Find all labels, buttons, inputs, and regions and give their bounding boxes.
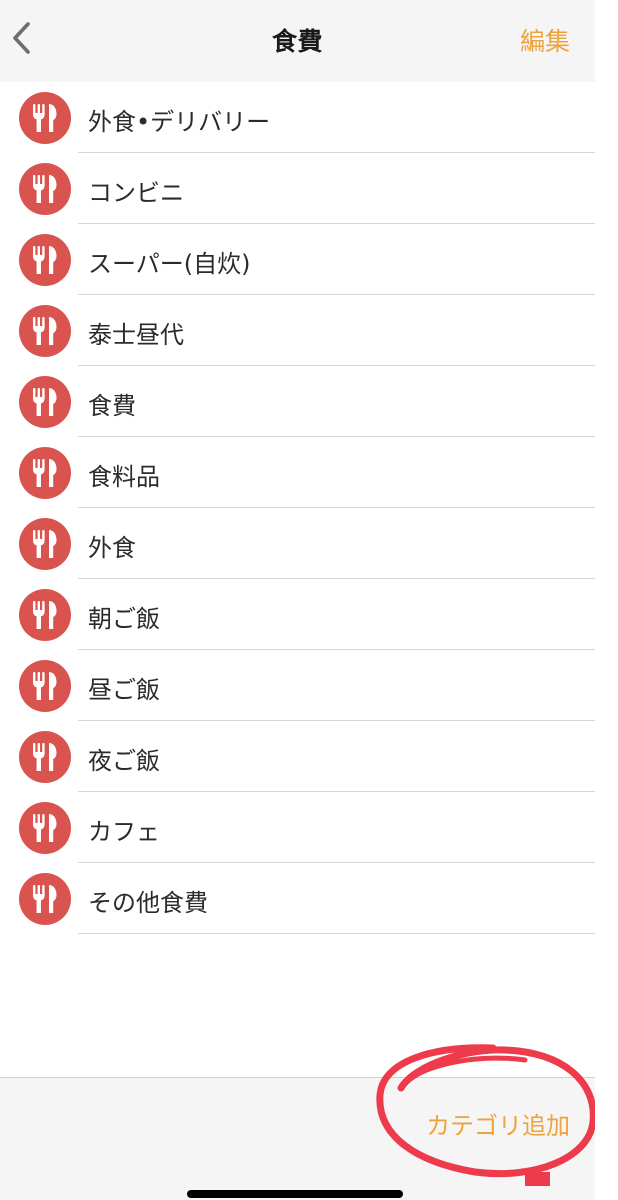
category-label: カフェ (88, 818, 160, 846)
list-item[interactable]: 食費 (0, 366, 595, 437)
category-label: 昼ご飯 (88, 676, 160, 704)
list-item[interactable]: 泰士昼代 (0, 295, 595, 366)
category-label: 夜ご飯 (88, 747, 160, 775)
category-label: 朝ご飯 (88, 605, 160, 633)
category-label: 外食•デリバリー (88, 108, 271, 136)
category-label: 食料品 (88, 463, 160, 491)
fork-knife-icon (19, 376, 71, 428)
bottom-toolbar: カテゴリ追加 (0, 1077, 595, 1200)
right-margin (595, 0, 618, 1200)
fork-knife-icon (19, 305, 71, 357)
category-label: 泰士昼代 (88, 321, 184, 349)
fork-knife-icon (19, 660, 71, 712)
list-item[interactable]: スーパー(自炊) (0, 224, 595, 295)
category-label: コンビニ (88, 179, 184, 207)
fork-knife-icon (19, 589, 71, 641)
category-list: 外食•デリバリー コンビニ スーパー(自炊) 泰士昼代 食費 食料品 外食 朝ご… (0, 82, 595, 934)
category-label: 外食 (88, 534, 136, 562)
category-label: その他食費 (88, 889, 208, 917)
list-item[interactable]: 昼ご飯 (0, 650, 595, 721)
page-title: 食費 (271, 27, 323, 56)
list-item[interactable]: 外食 (0, 508, 595, 579)
navigation-bar: 食費 編集 (0, 0, 595, 82)
divider (78, 933, 595, 934)
category-label: 食費 (88, 392, 136, 420)
home-indicator[interactable] (187, 1190, 403, 1198)
list-item[interactable]: 外食•デリバリー (0, 82, 595, 153)
fork-knife-icon (19, 234, 71, 286)
fork-knife-icon (19, 873, 71, 925)
list-item[interactable]: 朝ご飯 (0, 579, 595, 650)
list-item[interactable]: その他食費 (0, 863, 595, 934)
fork-knife-icon (19, 802, 71, 854)
list-item[interactable]: コンビニ (0, 153, 595, 224)
list-item[interactable]: 夜ご飯 (0, 721, 595, 792)
list-item[interactable]: 食料品 (0, 437, 595, 508)
list-item[interactable]: カフェ (0, 792, 595, 863)
fork-knife-icon (19, 518, 71, 570)
fork-knife-icon (19, 447, 71, 499)
fork-knife-icon (19, 163, 71, 215)
category-label: スーパー(自炊) (88, 250, 251, 278)
fork-knife-icon (19, 92, 71, 144)
add-category-button[interactable]: カテゴリ追加 (426, 1106, 570, 1141)
edit-button[interactable]: 編集 (520, 22, 570, 58)
screen: 食費 編集 外食•デリバリー コンビニ スーパー(自炊) 泰士昼代 食費 食料品… (0, 0, 597, 1200)
fork-knife-icon (19, 731, 71, 783)
